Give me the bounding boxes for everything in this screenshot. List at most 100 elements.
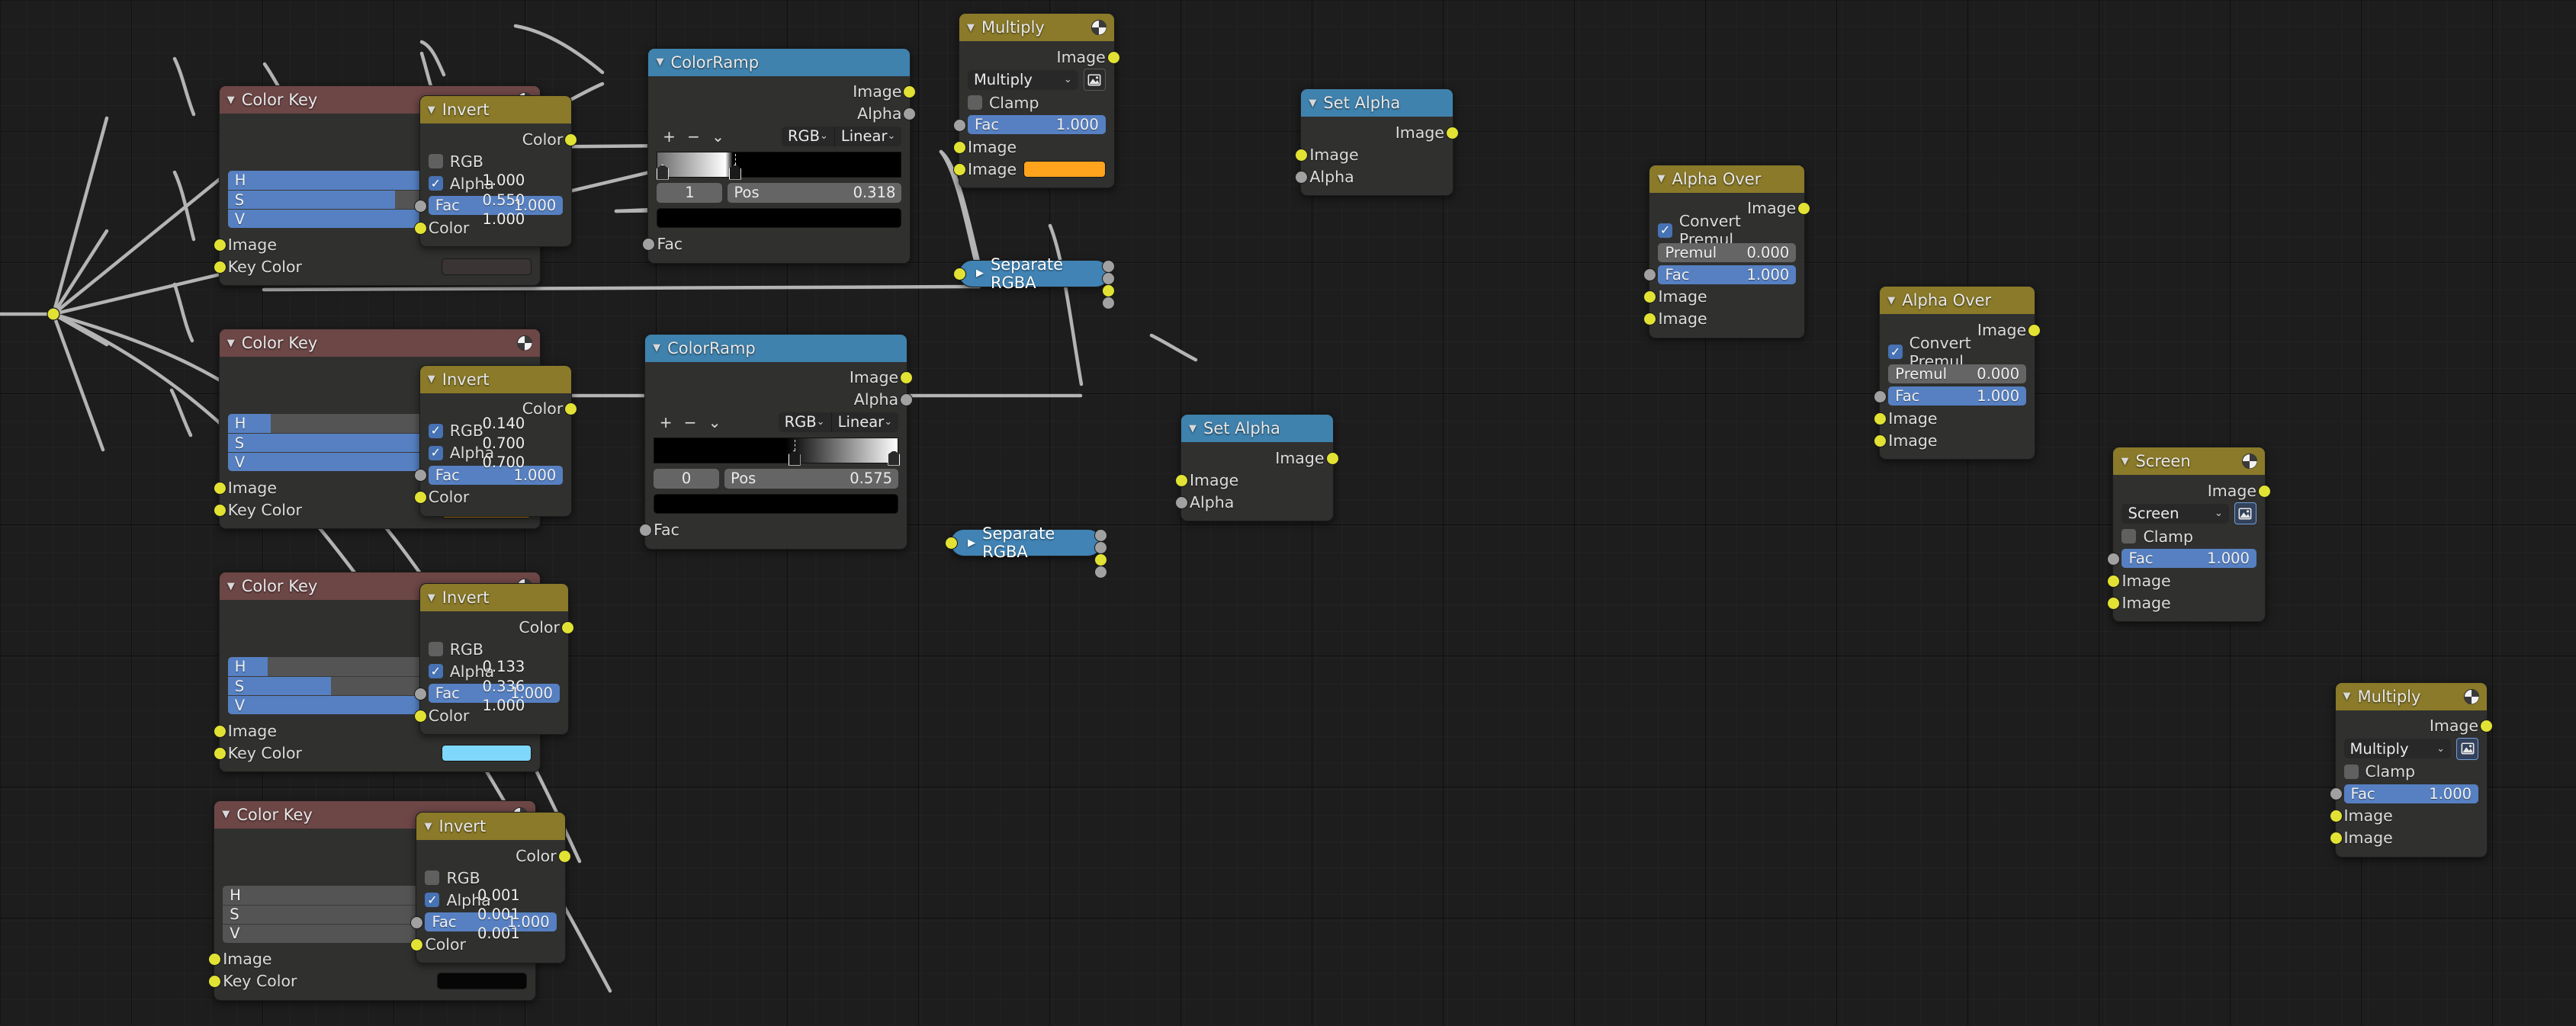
multiply-1-input-socket-image[interactable] [952, 162, 966, 176]
color-key-1-input-socket-image[interactable] [213, 238, 226, 252]
invert-1-input-socket-color[interactable] [413, 221, 427, 235]
alpha-over-2-fac[interactable]: Fac 1.000 [1888, 386, 2027, 406]
alpha-over-1-output-socket-image[interactable] [1797, 202, 1811, 216]
multiply-1-output-socket-image[interactable] [1107, 50, 1120, 64]
screen-1[interactable]: ▼ Screen Image Screen ⌄ Clamp Fac 1.000 Image Ima… [2107, 447, 2271, 623]
multiply-2-output-socket-image[interactable] [2480, 720, 2494, 733]
separate-rgba-1-output-socket-3[interactable] [1102, 296, 1116, 309]
color-key-3-slider-s[interactable]: S 0.336 [227, 676, 532, 696]
alpha-over-1-convert-premul-checkbox[interactable]: ✓ Convert Premul [1649, 212, 1804, 248]
colorramp-1-ramp-pos[interactable]: Pos 0.318 [728, 182, 902, 203]
multiply-2-clamp-checkbox-box[interactable] [2343, 764, 2359, 779]
alpha-over-2[interactable]: ▼ Alpha Over Image ✓ Convert Premul Premul 0.0… [1874, 286, 2041, 460]
color-key-2-slider-s[interactable]: S 0.700 [227, 433, 532, 453]
colorramp-2-ramp-pos[interactable]: Pos 0.575 [724, 468, 899, 489]
colorramp-1-ramp-color-swatch[interactable] [657, 207, 902, 228]
separate-rgba-2-output-socket-3[interactable] [1094, 566, 1107, 579]
multiply-2-header[interactable]: ▼ Multiply [2335, 682, 2488, 710]
colorramp-2-ramp-bar[interactable] [654, 437, 901, 466]
set-alpha-2-output-socket-image[interactable] [1325, 451, 1339, 465]
color-key-4-slider-h[interactable]: H 0.001 [223, 885, 527, 905]
alpha-over-2-fac-input-socket[interactable] [1874, 390, 1887, 403]
color-key-3-slider-h[interactable]: H 0.133 [227, 657, 532, 677]
colorramp-1[interactable]: ▼ ColorRamp Image Alpha + − ⌄ RGB ⌄ Linear ⌄ 1 Pos 0.… [642, 47, 917, 264]
alpha-over-1-collapse-icon[interactable]: ▼ [1657, 174, 1665, 184]
colorramp-2-input-socket-fac[interactable] [639, 524, 653, 537]
color-key-2-collapse-icon[interactable]: ▼ [227, 338, 235, 348]
color-key-4-key-color-swatch[interactable] [436, 973, 527, 990]
multiply-1-fac-input-socket[interactable] [952, 118, 966, 132]
separate-rgba-2-output-socket-2[interactable] [1094, 553, 1107, 567]
screen-1-header[interactable]: ▼ Screen [2113, 447, 2265, 476]
colorramp-1-ramp-index[interactable]: 1 [657, 182, 723, 203]
invert-4-fac-input-socket[interactable] [410, 915, 424, 929]
alpha-over-2-output-socket-image[interactable] [2028, 323, 2041, 337]
invert-3-collapse-icon[interactable]: ▼ [428, 593, 435, 603]
screen-1-fac[interactable]: Fac 1.000 [2122, 549, 2256, 569]
color-key-1-collapse-icon[interactable]: ▼ [227, 95, 235, 105]
multiply-1-clamp-checkbox-box[interactable] [967, 95, 982, 111]
set-alpha-1-collapse-icon[interactable]: ▼ [1309, 98, 1316, 108]
multiply-2[interactable]: ▼ Multiply Image Multiply ⌄ Clamp Fac 1.000 Imag… [2329, 681, 2494, 858]
invert-1-output-socket-color[interactable] [564, 133, 578, 146]
invert-3-fac-input-socket[interactable] [413, 687, 427, 701]
invert-2-header[interactable]: ▼ Invert [419, 365, 572, 393]
color-key-1-slider-h[interactable]: H 1.000 [227, 171, 532, 191]
colorramp-1-remove-stop-icon[interactable]: − [681, 127, 705, 146]
color-key-3-collapse-icon[interactable]: ▼ [227, 582, 235, 592]
multiply-1-header[interactable]: ▼ Multiply [959, 14, 1114, 42]
image-toggle-icon[interactable] [1083, 69, 1106, 91]
set-alpha-1-header[interactable]: ▼ Set Alpha [1301, 89, 1453, 117]
multiply-1-image-color-swatch[interactable] [1023, 160, 1106, 178]
invert-3-checkbox-rgb-box[interactable] [428, 642, 443, 657]
separate-rgba-2-output-socket-0[interactable] [1094, 529, 1107, 543]
colorramp-1-collapse-icon[interactable]: ▼ [656, 57, 663, 67]
alpha-over-2-premul-field[interactable]: Premul 0.000 [1888, 364, 2027, 384]
invert-2-checkbox-alpha-box[interactable]: ✓ [428, 445, 443, 460]
alpha-over-1[interactable]: ▼ Alpha Over Image ✓ Convert Premul Premul 0.0… [1643, 164, 1811, 338]
invert-1-collapse-icon[interactable]: ▼ [428, 105, 435, 115]
set-alpha-1-output-socket-image[interactable] [1445, 126, 1459, 139]
image-toggle-icon[interactable] [2234, 502, 2256, 525]
invert-1-fac-input-socket[interactable] [413, 199, 427, 213]
invert-3-output-socket-color[interactable] [560, 620, 574, 634]
separate-rgba-1-output-socket-0[interactable] [1102, 259, 1116, 273]
invert-2-collapse-icon[interactable]: ▼ [428, 374, 435, 384]
color-key-4-slider-v[interactable]: V 0.001 [223, 923, 527, 943]
screen-1-output-socket-image[interactable] [2257, 484, 2271, 498]
color-key-1-key-color-swatch[interactable] [442, 258, 532, 275]
alpha-over-1-premul-field[interactable]: Premul 0.000 [1658, 242, 1797, 262]
color-key-3-key-color-swatch[interactable] [442, 744, 532, 761]
colorramp-2-output-socket-image[interactable] [900, 371, 914, 385]
colorramp-2-header[interactable]: ▼ ColorRamp [645, 334, 907, 362]
color-key-3-input-socket-key-color[interactable] [213, 746, 226, 760]
multiply-1-clamp-checkbox[interactable]: Clamp [959, 91, 1114, 114]
colorramp-2-interpolation-select[interactable]: Linear ⌄ [830, 412, 899, 432]
invert-3-input-socket-color[interactable] [413, 709, 427, 723]
alpha-over-2-convert-premul-checkbox[interactable]: ✓ Convert Premul [1880, 334, 2035, 370]
invert-1-checkbox-rgb-box[interactable] [428, 154, 443, 169]
colorramp-1-header[interactable]: ▼ ColorRamp [648, 48, 911, 76]
color-key-4-collapse-icon[interactable]: ▼ [222, 810, 230, 819]
color-key-3-slider-v[interactable]: V 1.000 [227, 695, 532, 715]
multiply-1-fac[interactable]: Fac 1.000 [967, 115, 1106, 135]
screen-1-clamp-checkbox-box[interactable] [2122, 529, 2137, 544]
screen-1-input-socket-image[interactable] [2107, 596, 2121, 610]
separate-rgba-2-expand-icon[interactable]: ▶ [968, 537, 975, 549]
color-key-1-slider-s[interactable]: S 0.550 [227, 190, 532, 210]
alpha-over-2-header[interactable]: ▼ Alpha Over [1880, 287, 2035, 315]
colorramp-2-remove-stop-icon[interactable]: − [678, 413, 702, 431]
invert-4-checkbox-rgb[interactable]: RGB [416, 867, 564, 889]
image-toggle-icon[interactable] [2456, 737, 2479, 760]
alpha-over-2-convert-premul-checkbox-box[interactable]: ✓ [1888, 345, 1903, 360]
colorramp-1-output-socket-image[interactable] [903, 85, 917, 99]
multiply-2-collapse-icon[interactable]: ▼ [2343, 691, 2351, 701]
color-key-1-input-socket-key-color[interactable] [213, 260, 226, 274]
screen-1-input-socket-image[interactable] [2107, 574, 2121, 588]
colorramp-2-ramp-stop-0[interactable] [788, 439, 801, 466]
screen-1-clamp-checkbox[interactable]: Clamp [2113, 525, 2265, 547]
color-key-2-input-socket-image[interactable] [213, 481, 226, 495]
invert-4-output-socket-color[interactable] [557, 849, 571, 863]
colorramp-1-ramp-stop-1[interactable] [728, 153, 741, 180]
color-key-2-header[interactable]: ▼ Color Key [219, 329, 541, 357]
